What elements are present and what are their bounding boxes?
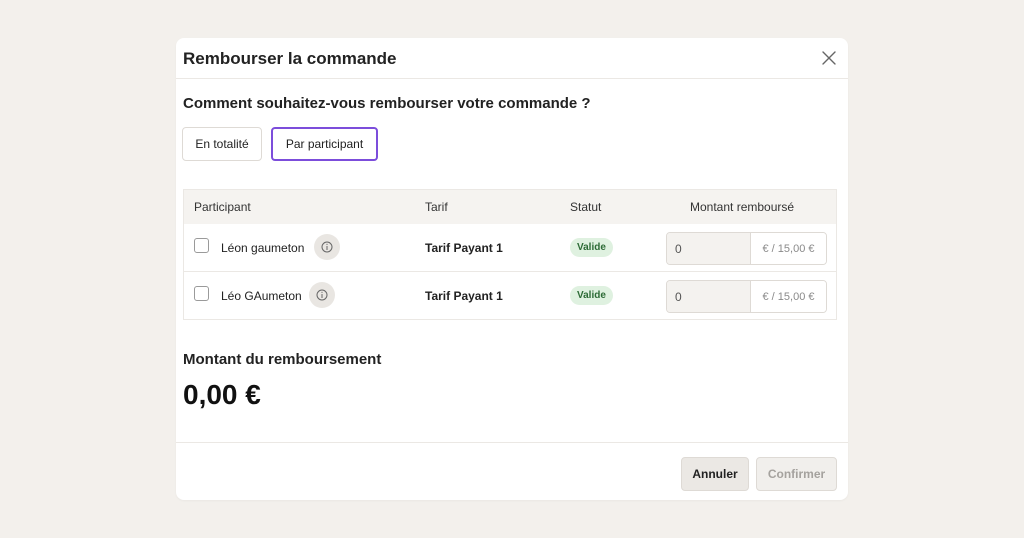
header-statut: Statut [570,200,602,214]
modal-footer: Annuler Confirmer [176,442,848,501]
participant-name: Léon gaumeton [221,241,305,255]
status-badge: Valide [570,238,613,257]
tarif-name: Tarif Payant 1 [425,241,503,255]
cancel-button[interactable]: Annuler [681,457,749,491]
refund-amount-suffix: € / 15,00 € [751,281,826,312]
header-montant: Montant remboursé [690,200,795,214]
modal-title: Rembourser la commande [183,49,397,68]
header-participant: Participant [194,200,251,214]
refund-amount-group: € / 15,00 € [666,280,827,313]
table-row: Léon gaumeton Tarif Payant 1 Valide € / … [184,224,836,272]
refund-amount-input[interactable] [667,233,751,264]
participant-info-button[interactable] [314,234,340,260]
participant-name: Léo GAumeton [221,289,302,303]
participant-checkbox[interactable] [194,238,209,253]
confirm-button[interactable]: Confirmer [756,457,837,491]
participant-info-button[interactable] [309,282,335,308]
refund-amount-group: € / 15,00 € [666,232,827,265]
close-button[interactable] [820,49,838,67]
refund-modal: Rembourser la commande Comment souhaitez… [176,38,848,500]
info-icon [321,241,333,253]
modal-header: Rembourser la commande [176,38,848,79]
participants-table: Participant Tarif Statut Montant rembour… [183,189,837,320]
refund-amount-suffix: € / 15,00 € [751,233,826,264]
status-badge: Valide [570,286,613,305]
refund-amount-input[interactable] [667,281,751,312]
option-per-participant-button[interactable]: Par participant [271,127,378,161]
refund-question: Comment souhaitez-vous rembourser votre … [183,95,591,112]
header-tarif: Tarif [425,200,448,214]
participant-checkbox[interactable] [194,286,209,301]
info-icon [316,289,328,301]
refund-total-label: Montant du remboursement [183,351,382,368]
tarif-name: Tarif Payant 1 [425,289,503,303]
table-row: Léo GAumeton Tarif Payant 1 Valide € / 1… [184,272,836,320]
refund-total-value: 0,00 € [183,379,261,410]
table-header: Participant Tarif Statut Montant rembour… [184,190,836,224]
option-total-button[interactable]: En totalité [182,127,262,161]
close-icon [822,51,836,65]
